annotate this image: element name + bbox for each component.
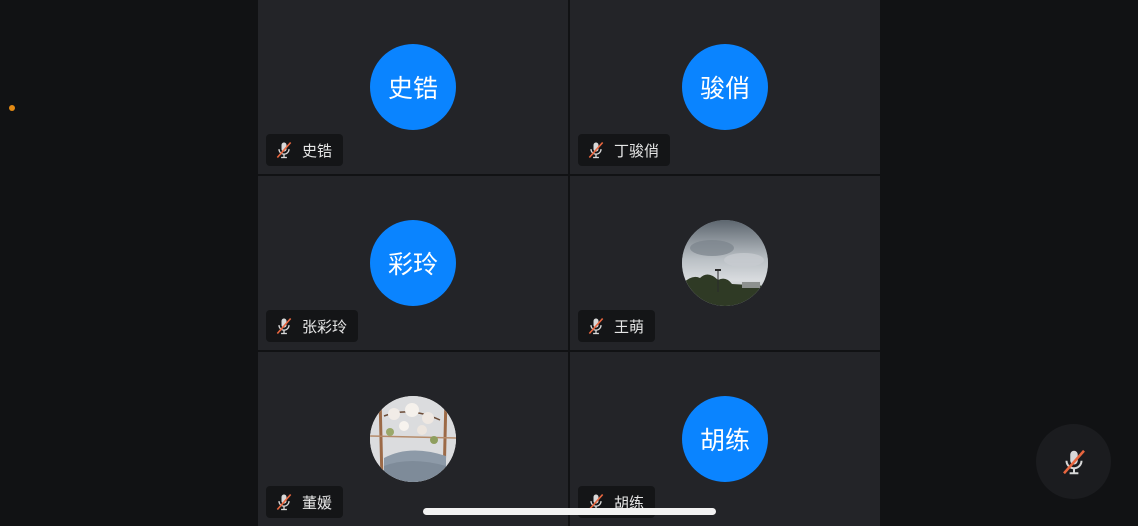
participant-tile[interactable]: 王萌 bbox=[570, 176, 880, 350]
mic-muted-icon bbox=[276, 141, 292, 159]
participant-grid: 史锆 史锆 骏俏 丁骏俏 彩玲 张彩玲 王萌 董媛 胡练 胡练 bbox=[258, 0, 880, 526]
avatar: 骏俏 bbox=[682, 44, 768, 130]
avatar-initials: 史锆 bbox=[387, 74, 438, 103]
participant-tile[interactable]: 史锆 史锆 bbox=[258, 0, 568, 174]
blossom-photo-image bbox=[370, 396, 456, 482]
participant-tile[interactable]: 胡练 胡练 bbox=[570, 352, 880, 526]
mic-muted-icon bbox=[276, 317, 292, 335]
participant-nameplate: 张彩玲 bbox=[266, 310, 359, 342]
avatar: 史锆 bbox=[370, 44, 456, 130]
home-indicator[interactable] bbox=[423, 508, 716, 515]
participant-tile[interactable]: 董媛 bbox=[258, 352, 568, 526]
avatar: 彩玲 bbox=[370, 220, 456, 306]
mic-muted-icon bbox=[276, 493, 292, 511]
participant-nameplate: 董媛 bbox=[266, 486, 344, 518]
avatar-photo bbox=[370, 396, 456, 482]
participant-name: 董媛 bbox=[302, 493, 333, 512]
mic-muted-icon bbox=[588, 141, 604, 159]
participant-name: 王萌 bbox=[614, 317, 645, 336]
participant-nameplate: 史锆 bbox=[266, 134, 344, 166]
status-dot bbox=[9, 105, 15, 111]
avatar: 胡练 bbox=[682, 396, 768, 482]
participant-name: 史锆 bbox=[302, 141, 333, 160]
participant-name: 丁骏俏 bbox=[614, 141, 660, 160]
participant-name: 张彩玲 bbox=[302, 317, 348, 336]
mic-toggle-button[interactable] bbox=[1036, 424, 1111, 499]
participant-nameplate: 王萌 bbox=[578, 310, 656, 342]
mic-muted-icon bbox=[588, 317, 604, 335]
video-call-screen: 史锆 史锆 骏俏 丁骏俏 彩玲 张彩玲 王萌 董媛 胡练 胡练 bbox=[0, 0, 1138, 526]
avatar-initials: 骏俏 bbox=[699, 74, 750, 103]
participant-tile[interactable]: 彩玲 张彩玲 bbox=[258, 176, 568, 350]
avatar-initials: 胡练 bbox=[699, 426, 750, 455]
mic-muted-icon bbox=[1062, 449, 1085, 474]
avatar-initials: 彩玲 bbox=[387, 250, 438, 279]
sky-photo-image bbox=[682, 220, 768, 306]
participant-nameplate: 丁骏俏 bbox=[578, 134, 671, 166]
participant-tile[interactable]: 骏俏 丁骏俏 bbox=[570, 0, 880, 174]
avatar-photo bbox=[682, 220, 768, 306]
